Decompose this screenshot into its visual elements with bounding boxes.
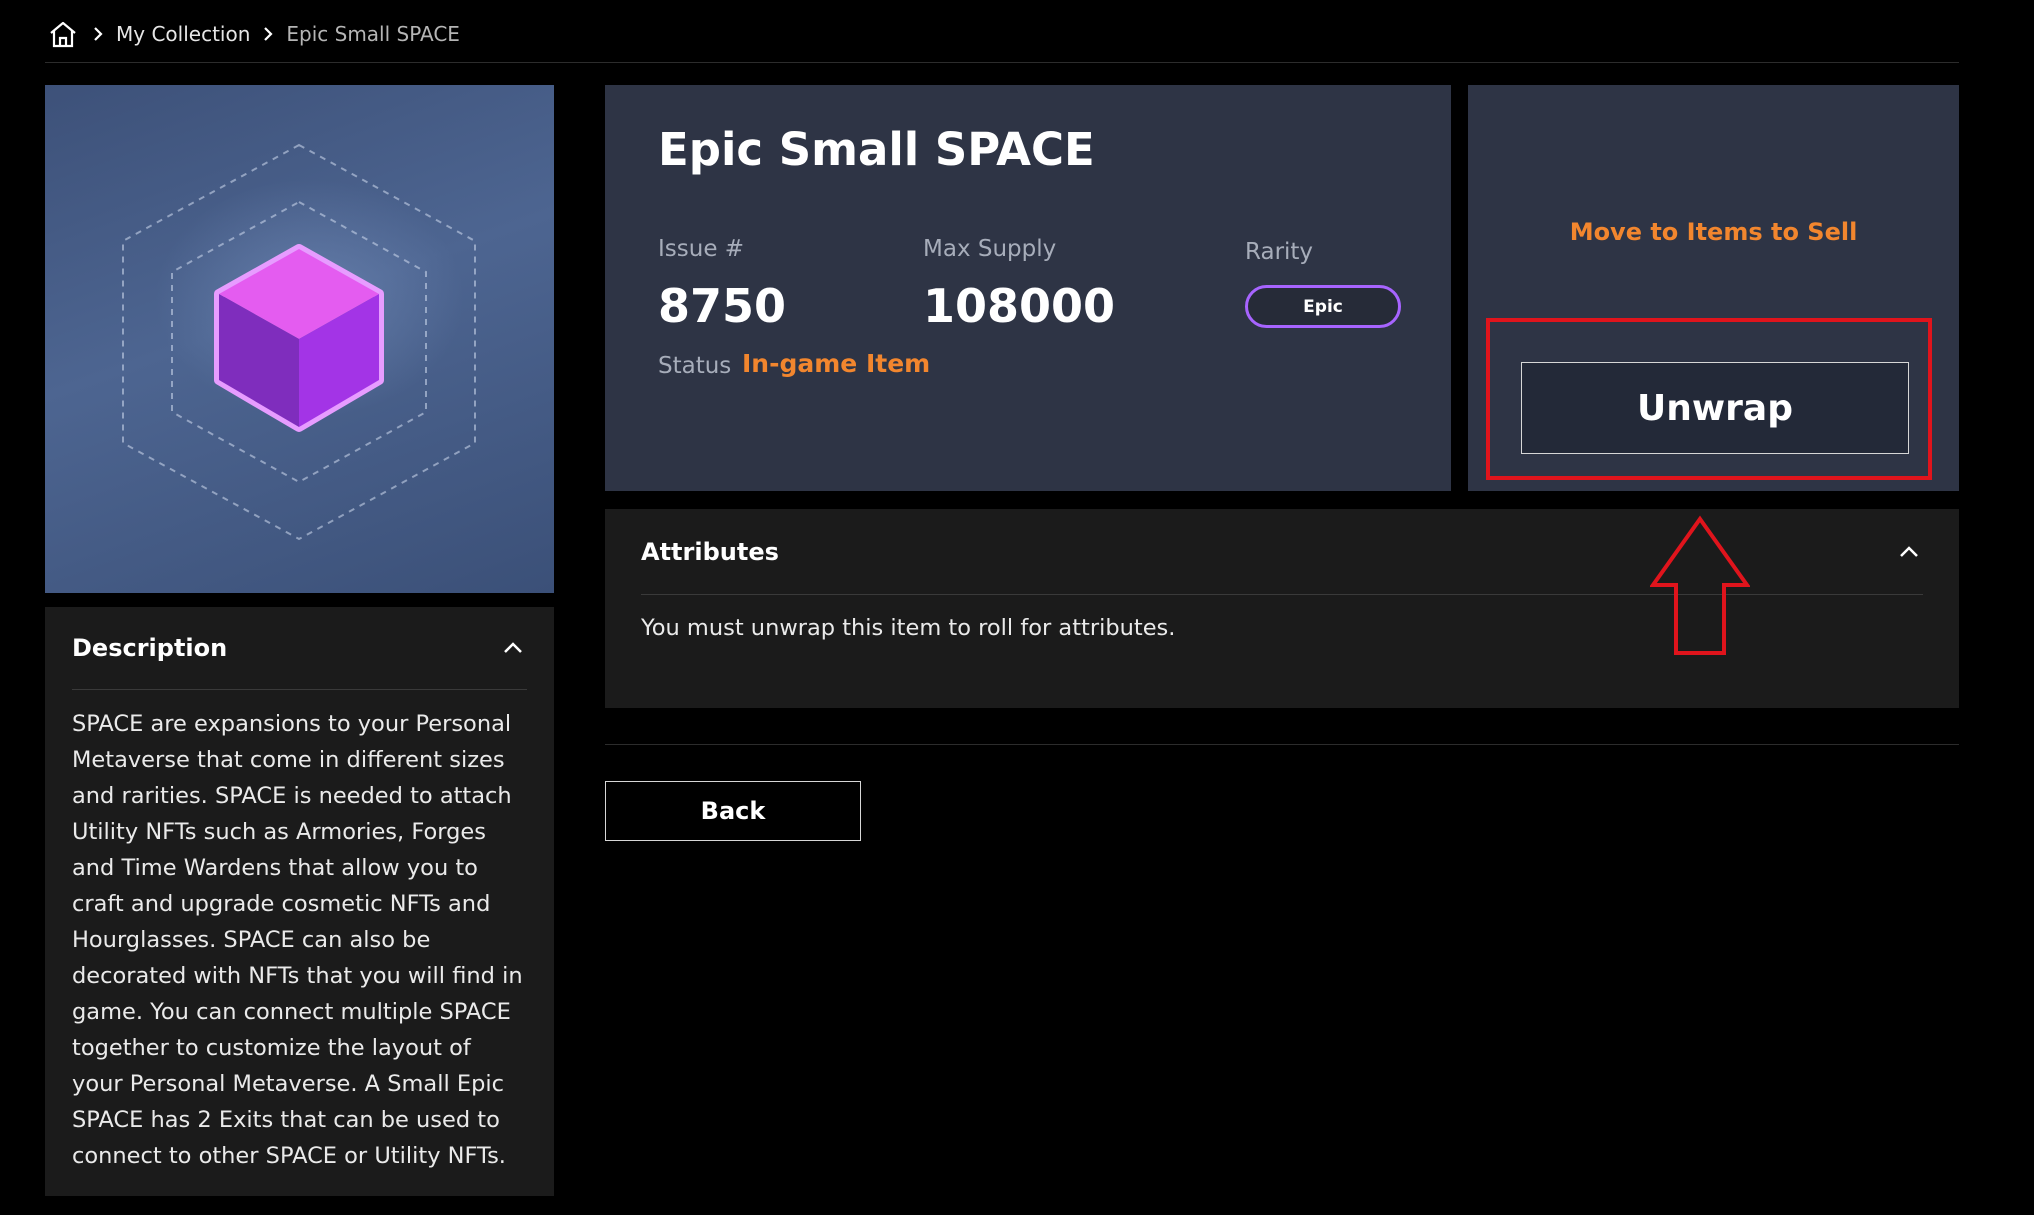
header-divider	[45, 62, 1959, 63]
max-supply-label: Max Supply	[923, 236, 1057, 262]
breadcrumb-my-collection[interactable]: My Collection	[116, 22, 250, 46]
description-header[interactable]: Description	[72, 607, 527, 690]
breadcrumb-current-item: Epic Small SPACE	[286, 22, 460, 46]
space-cube-icon	[122, 143, 476, 541]
status-value: In-game Item	[742, 349, 931, 378]
chevron-right-icon	[80, 26, 116, 42]
chevron-right-icon	[250, 26, 286, 42]
item-info-card: Epic Small SPACE Issue # 8750 Max Supply…	[605, 85, 1451, 491]
chevron-up-icon[interactable]	[1895, 538, 1923, 566]
item-image	[45, 85, 554, 593]
content-divider	[605, 744, 1959, 745]
highlight-box	[1486, 318, 1932, 480]
breadcrumb: My Collection Epic Small SPACE	[46, 16, 460, 52]
item-title: Epic Small SPACE	[658, 123, 1095, 176]
move-to-items-to-sell-link[interactable]: Move to Items to Sell	[1468, 218, 1959, 246]
rarity-badge: Epic	[1245, 285, 1401, 328]
chevron-up-icon[interactable]	[499, 634, 527, 662]
issue-value: 8750	[658, 279, 787, 333]
description-heading: Description	[72, 634, 228, 662]
back-button[interactable]: Back	[605, 781, 861, 841]
attributes-heading: Attributes	[641, 537, 779, 566]
description-panel: Description SPACE are expansions to your…	[45, 607, 554, 1196]
issue-label: Issue #	[658, 236, 745, 262]
attributes-panel: Attributes You must unwrap this item to …	[605, 509, 1959, 708]
description-text: SPACE are expansions to your Personal Me…	[72, 711, 523, 1169]
max-supply-value: 108000	[923, 279, 1116, 333]
arrow-up-icon	[1650, 515, 1750, 655]
home-icon[interactable]	[46, 17, 80, 51]
rarity-label: Rarity	[1245, 239, 1314, 265]
status-label: Status	[658, 353, 732, 379]
